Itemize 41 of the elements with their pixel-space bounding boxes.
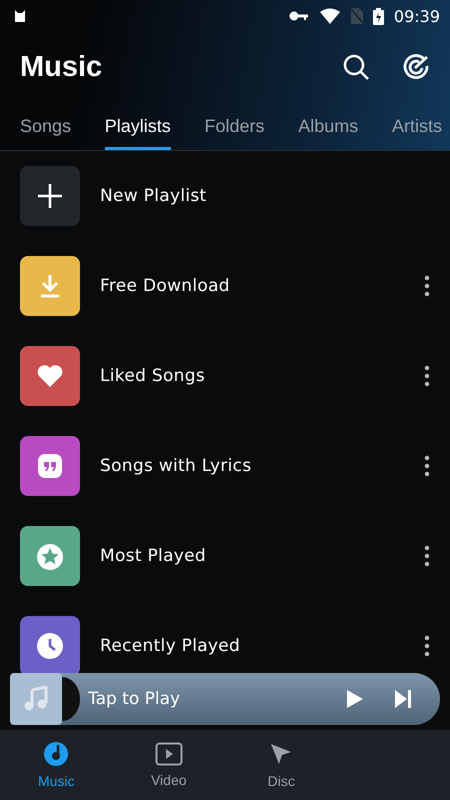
plus-icon: [37, 183, 63, 209]
more-icon[interactable]: [424, 635, 430, 657]
tab[interactable]: Songs: [20, 102, 72, 150]
skip-next-icon[interactable]: [394, 689, 412, 709]
nav-tab[interactable]: Disc: [225, 730, 338, 800]
mini-player[interactable]: Tap to Play: [10, 673, 440, 725]
quote-icon: [37, 453, 63, 479]
playlist-cover[interactable]: [20, 166, 80, 226]
music-note-icon: [24, 686, 48, 712]
track-title: Tap to Play: [88, 689, 182, 709]
tab[interactable]: Albums: [298, 102, 358, 150]
playlist-name[interactable]: Songs with Lyrics: [100, 456, 424, 476]
video-icon: [154, 742, 183, 766]
cat-icon: [12, 8, 28, 24]
more-icon[interactable]: [424, 455, 430, 477]
wifi-icon: [318, 8, 341, 24]
app-title: Music: [20, 50, 102, 84]
more-icon[interactable]: [424, 275, 430, 297]
playlist-name[interactable]: Free Download: [100, 276, 424, 296]
tab[interactable]: Folders: [204, 102, 264, 150]
key-icon: [288, 10, 309, 22]
playlist-name[interactable]: Recently Played: [100, 636, 424, 656]
playlist-name[interactable]: New Playlist: [100, 186, 430, 206]
tab[interactable]: Playlists: [104, 102, 171, 150]
tab[interactable]: Artists: [392, 102, 442, 150]
play-icon[interactable]: [346, 689, 364, 709]
disc-icon: [43, 741, 70, 767]
target-icon[interactable]: [402, 53, 430, 81]
heart-icon: [37, 364, 63, 388]
playlist-name[interactable]: Most Played: [100, 546, 424, 566]
no-sim-icon: [350, 8, 363, 24]
more-icon[interactable]: [424, 365, 430, 387]
nav-tab[interactable]: Video: [112, 730, 225, 800]
nav-tab[interactable]: Music: [0, 730, 112, 800]
vinyl-record-icon: [62, 677, 80, 721]
more-icon[interactable]: [424, 545, 430, 567]
battery-icon: [372, 8, 384, 24]
playlist-name[interactable]: Liked Songs: [100, 366, 424, 386]
search-icon[interactable]: [342, 53, 370, 81]
clock-icon: [36, 632, 64, 660]
status-time: 09:39: [394, 6, 440, 26]
